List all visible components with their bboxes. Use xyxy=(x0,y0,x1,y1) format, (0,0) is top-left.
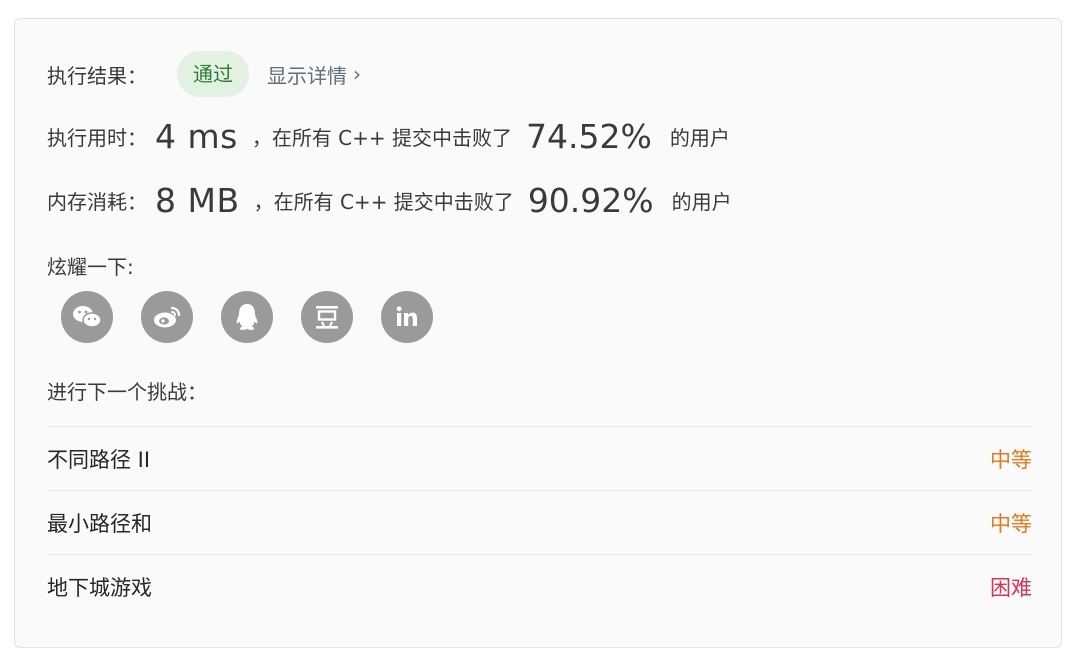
memory-text-before: ，在所有 C++ 提交中击败了 xyxy=(253,190,514,214)
difficulty-badge: 中等 xyxy=(990,447,1032,472)
challenge-title[interactable]: 最小路径和 xyxy=(47,508,152,538)
chevron-right-icon[interactable]: › xyxy=(353,62,361,86)
weibo-icon xyxy=(154,306,181,328)
next-challenge-row-label: 进行下一个挑战： xyxy=(47,376,207,405)
douban-icon xyxy=(316,306,338,329)
runtime-value: 4 ms xyxy=(155,117,238,156)
runtime-text-before: ，在所有 C++ 提交中击败了 xyxy=(251,126,513,150)
share-douban-button[interactable] xyxy=(301,291,353,343)
challenge-item[interactable]: 最小路径和 中等 xyxy=(47,490,1032,554)
share-linkedin-button[interactable] xyxy=(381,291,433,343)
share-row-label: 炫耀一下: xyxy=(47,251,134,280)
wechat-icon xyxy=(73,306,102,328)
challenge-item[interactable]: 地下城游戏 困难 xyxy=(47,554,1032,618)
difficulty-badge: 困难 xyxy=(990,575,1032,600)
result-row: 执行结果： 通过 显示详情 › xyxy=(47,51,361,97)
challenge-title[interactable]: 不同路径 II xyxy=(47,444,150,474)
share-label: 炫耀一下: xyxy=(47,255,134,279)
share-qq-button[interactable] xyxy=(221,291,273,343)
next-challenge-label: 进行下一个挑战： xyxy=(47,380,207,404)
status-badge: 通过 xyxy=(177,51,249,97)
challenge-title[interactable]: 地下城游戏 xyxy=(47,572,152,602)
result-label: 执行结果： xyxy=(47,63,147,88)
memory-label: 内存消耗： xyxy=(47,190,147,214)
share-buttons xyxy=(61,291,433,343)
runtime-percent: 74.52% xyxy=(526,117,652,156)
difficulty-badge: 中等 xyxy=(990,511,1032,536)
submission-result-card: 执行结果： 通过 显示详情 › 执行用时： 4 ms ，在所有 C++ 提交中击… xyxy=(14,18,1062,648)
memory-row: 内存消耗： 8 MB ，在所有 C++ 提交中击败了 90.92% 的用户 xyxy=(47,181,732,220)
runtime-label: 执行用时： xyxy=(47,126,147,150)
show-details-link[interactable]: 显示详情 xyxy=(267,60,347,89)
challenge-item[interactable]: 不同路径 II 中等 xyxy=(47,426,1032,490)
memory-value: 8 MB xyxy=(155,181,240,220)
memory-text-after: 的用户 xyxy=(671,190,732,214)
qq-icon xyxy=(236,304,258,330)
share-weibo-button[interactable] xyxy=(141,291,193,343)
next-challenge-list: 不同路径 II 中等 最小路径和 中等 地下城游戏 困难 xyxy=(47,426,1032,618)
runtime-text-after: 的用户 xyxy=(669,126,730,150)
memory-percent: 90.92% xyxy=(527,181,654,220)
linkedin-icon xyxy=(396,306,417,326)
runtime-row: 执行用时： 4 ms ，在所有 C++ 提交中击败了 74.52% 的用户 xyxy=(47,117,730,156)
share-wechat-button[interactable] xyxy=(61,291,113,343)
